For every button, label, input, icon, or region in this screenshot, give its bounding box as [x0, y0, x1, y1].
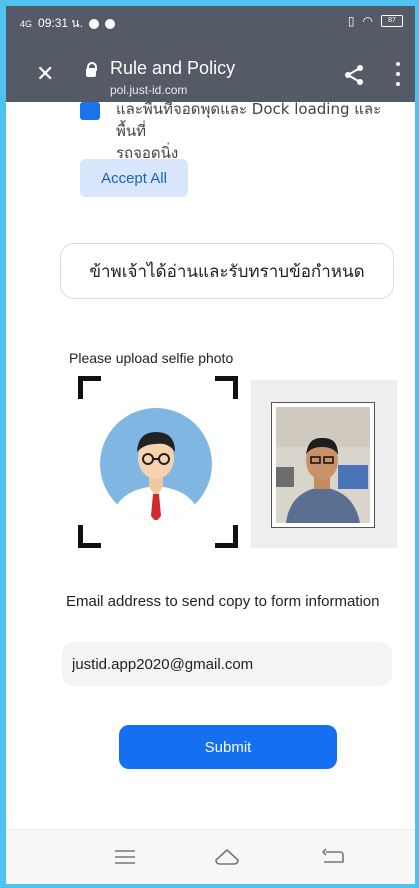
message-icon — [104, 18, 115, 29]
clipped-list-item: และพื้นที่จอดพุดและ Dock loading และพื้น… — [76, 98, 396, 164]
wifi-icon: ◠ — [362, 14, 373, 28]
selfie-capture-area[interactable] — [78, 376, 238, 548]
accept-all-button[interactable]: Accept All — [80, 159, 188, 197]
email-input[interactable] — [62, 642, 392, 686]
agreement-box[interactable]: ข้าพเจ้าได้อ่านและรับทราบข้อกำหนด — [60, 243, 394, 299]
avatar-placeholder-icon — [100, 408, 212, 520]
back-icon[interactable] — [320, 846, 346, 868]
menu-icon[interactable] — [112, 846, 138, 868]
frame-corner — [215, 525, 238, 548]
network-indicator: 4G — [20, 18, 33, 29]
frame-corner — [78, 376, 101, 399]
selfie-photo-frame — [271, 402, 375, 528]
email-label: Email address to send copy to form infor… — [66, 593, 380, 610]
close-icon[interactable]: ✕ — [36, 64, 54, 86]
lock-icon — [86, 62, 97, 77]
share-icon[interactable] — [343, 64, 365, 86]
submit-button[interactable]: Submit — [119, 725, 337, 769]
uploaded-photo-panel[interactable] — [251, 380, 397, 548]
status-bar: 4G 09:31 น. ▯ ◠ 87 — [6, 6, 415, 36]
page-url: pol.just-id.com — [110, 83, 188, 97]
frame-corner — [78, 525, 101, 548]
selfie-photo — [276, 407, 370, 523]
phone-frame: 4G 09:31 น. ▯ ◠ 87 ✕ Rule and Policy pol… — [0, 0, 419, 888]
selfie-upload-label: Please upload selfie photo — [69, 350, 234, 366]
more-vert-icon[interactable] — [395, 62, 401, 86]
notification-icon — [88, 18, 99, 29]
clipped-item-line1: และพื้นที่จอดพุดและ Dock loading และพื้น… — [116, 100, 382, 140]
frame-corner — [215, 376, 238, 399]
page-title: Rule and Policy — [110, 58, 236, 78]
vibrate-icon: ▯ — [347, 14, 355, 28]
home-icon[interactable] — [214, 846, 240, 868]
status-time: 09:31 น. — [38, 16, 83, 30]
system-nav-bar — [6, 829, 415, 884]
browser-top-bar: 4G 09:31 น. ▯ ◠ 87 ✕ Rule and Policy pol… — [6, 6, 415, 102]
battery-icon: 87 — [381, 15, 403, 27]
